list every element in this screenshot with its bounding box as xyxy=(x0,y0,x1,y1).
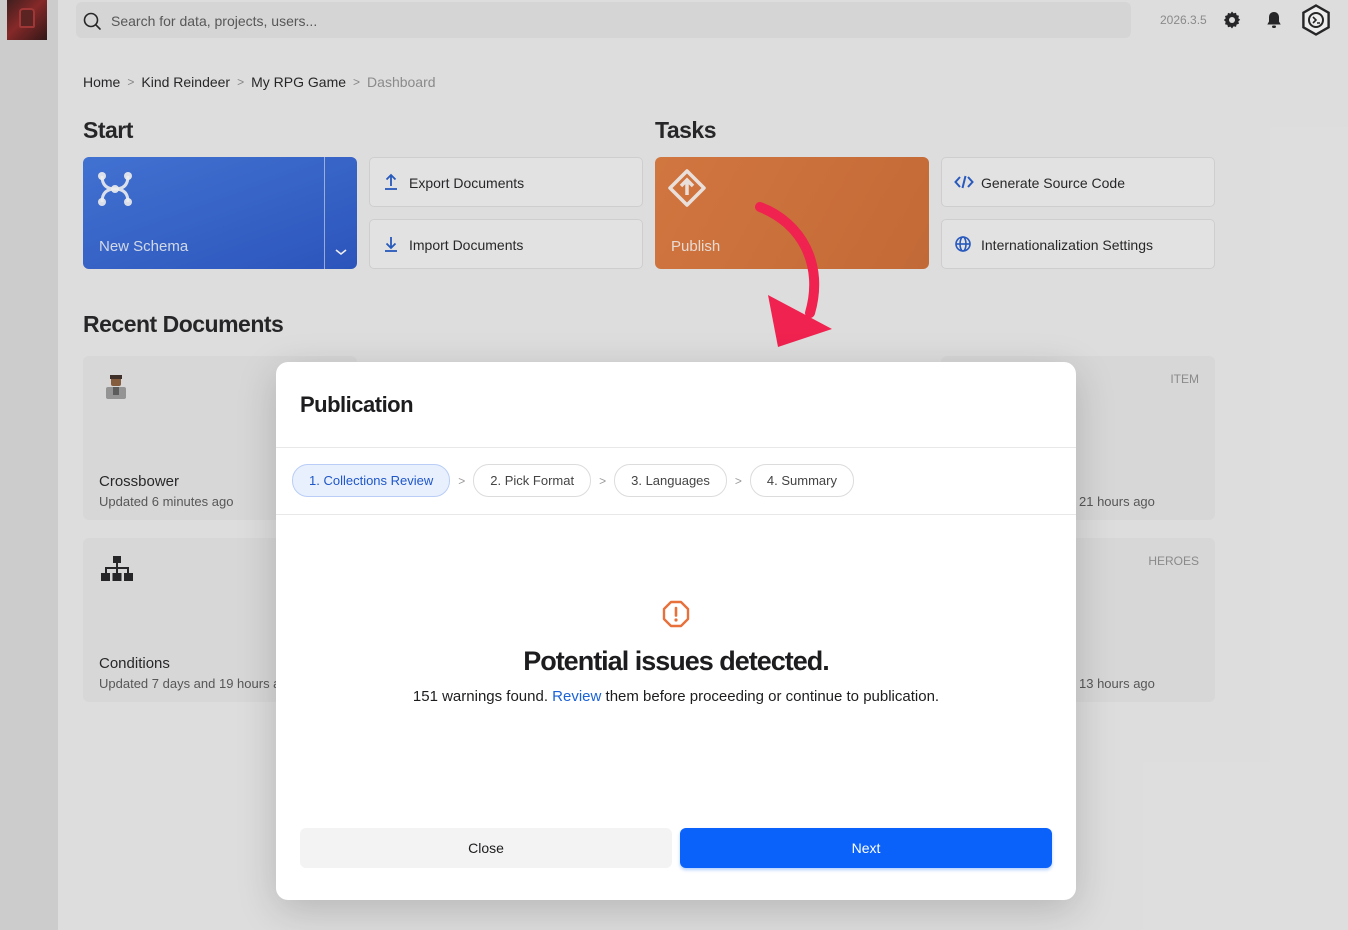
close-button[interactable]: Close xyxy=(300,828,672,868)
chevron-right-icon: > xyxy=(599,473,607,488)
curved-arrow-icon xyxy=(755,202,832,347)
next-button[interactable]: Next xyxy=(680,828,1052,868)
step-languages[interactable]: 3. Languages xyxy=(614,464,727,497)
divider xyxy=(276,447,1076,448)
step-collections-review[interactable]: 1. Collections Review xyxy=(292,464,451,497)
issues-headline: Potential issues detected. xyxy=(523,646,830,676)
stepper: 1. Collections Review > 2. Pick Format >… xyxy=(292,464,854,497)
step-summary[interactable]: 4. Summary xyxy=(749,464,854,497)
chevron-right-icon: > xyxy=(734,473,742,488)
publication-dialog: Publication 1. Collections Review > 2. P… xyxy=(276,362,1076,900)
warning-octagon-icon xyxy=(662,600,690,628)
review-link[interactable]: Review xyxy=(552,688,601,705)
issues-description: 151 warnings found. Review them before p… xyxy=(276,688,1076,705)
chevron-right-icon: > xyxy=(458,473,466,488)
warnings-count-text: 151 warnings found. xyxy=(412,688,553,705)
dialog-title: Publication xyxy=(300,392,414,417)
description-tail: them before proceeding or continue to pu… xyxy=(601,688,940,705)
step-pick-format[interactable]: 2. Pick Format xyxy=(473,464,592,497)
divider xyxy=(276,514,1076,515)
